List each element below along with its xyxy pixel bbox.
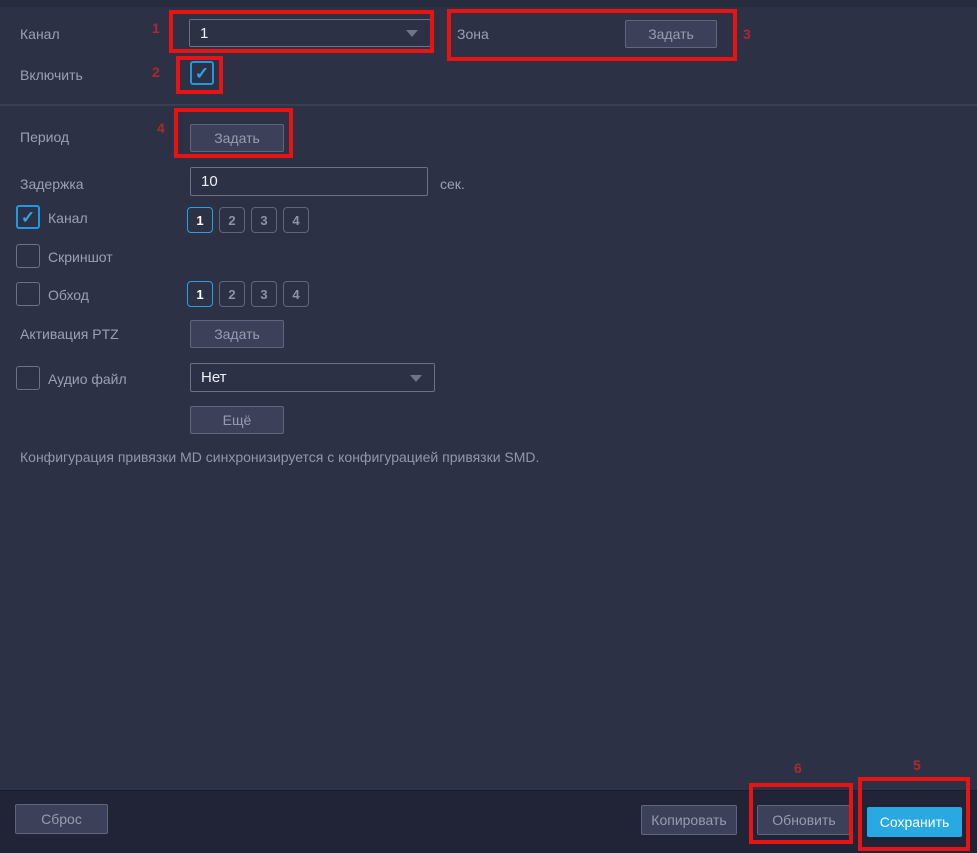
section-divider (0, 104, 977, 106)
delay-label: Задержка (20, 176, 84, 192)
link-channel-chip-3[interactable]: 3 (251, 207, 277, 233)
snapshot-label: Скриншот (48, 249, 113, 265)
enable-checkbox[interactable]: ✓ (190, 61, 214, 85)
link-channel-chip-1[interactable]: 1 (187, 207, 213, 233)
audio-file-label: Аудио файл (48, 371, 127, 387)
link-channel-label: Канал (48, 210, 88, 226)
motion-detection-settings-dialog: Канал 1 Зона Задать Включить ✓ Период За… (0, 0, 977, 853)
check-icon: ✓ (195, 65, 209, 82)
delay-input-value: 10 (201, 173, 218, 190)
zone-label: Зона (457, 26, 489, 42)
audio-file-select-value: Нет (201, 369, 227, 386)
tour-checkbox[interactable] (16, 282, 40, 306)
annotation-number-3: 3 (743, 26, 751, 42)
zone-set-button[interactable]: Задать (625, 20, 717, 48)
chevron-down-icon (410, 375, 422, 382)
save-button[interactable]: Сохранить (867, 807, 962, 837)
tour-chip-4[interactable]: 4 (283, 281, 309, 307)
tour-chip-1[interactable]: 1 (187, 281, 213, 307)
tour-label: Обход (48, 287, 89, 303)
chevron-down-icon (406, 30, 418, 37)
period-label: Период (20, 129, 69, 145)
channel-label: Канал (20, 26, 60, 42)
annotation-number-1: 1 (152, 20, 160, 36)
annotation-number-6: 6 (794, 760, 802, 776)
period-set-button[interactable]: Задать (190, 124, 284, 152)
channel-select-value: 1 (200, 25, 208, 42)
tour-chip-2[interactable]: 2 (219, 281, 245, 307)
tour-chip-3[interactable]: 3 (251, 281, 277, 307)
audio-file-select[interactable]: Нет (190, 363, 435, 392)
delay-unit-label: сек. (440, 176, 465, 192)
link-channel-chip-2[interactable]: 2 (219, 207, 245, 233)
reset-button[interactable]: Сброс (15, 804, 108, 834)
delay-input[interactable]: 10 (190, 167, 428, 196)
refresh-button[interactable]: Обновить (757, 805, 851, 835)
ptz-set-button[interactable]: Задать (190, 320, 284, 348)
link-channel-chip-4[interactable]: 4 (283, 207, 309, 233)
channel-select[interactable]: 1 (189, 19, 431, 47)
enable-label: Включить (20, 67, 83, 83)
annotation-number-2: 2 (152, 64, 160, 80)
link-channel-checkbox[interactable]: ✓ (16, 205, 40, 229)
annotation-number-5: 5 (913, 757, 921, 773)
audio-file-checkbox[interactable] (16, 366, 40, 390)
copy-button[interactable]: Копировать (641, 805, 737, 835)
top-strip (0, 0, 977, 7)
sync-note-text: Конфигурация привязки MD синхронизируетс… (20, 449, 539, 465)
annotation-number-4: 4 (157, 120, 165, 136)
snapshot-checkbox[interactable] (16, 244, 40, 268)
footer-bar: Сброс Копировать Обновить Сохранить (0, 790, 977, 853)
check-icon: ✓ (21, 209, 35, 226)
more-button[interactable]: Ещё (190, 406, 284, 434)
ptz-label: Активация PTZ (20, 326, 119, 342)
